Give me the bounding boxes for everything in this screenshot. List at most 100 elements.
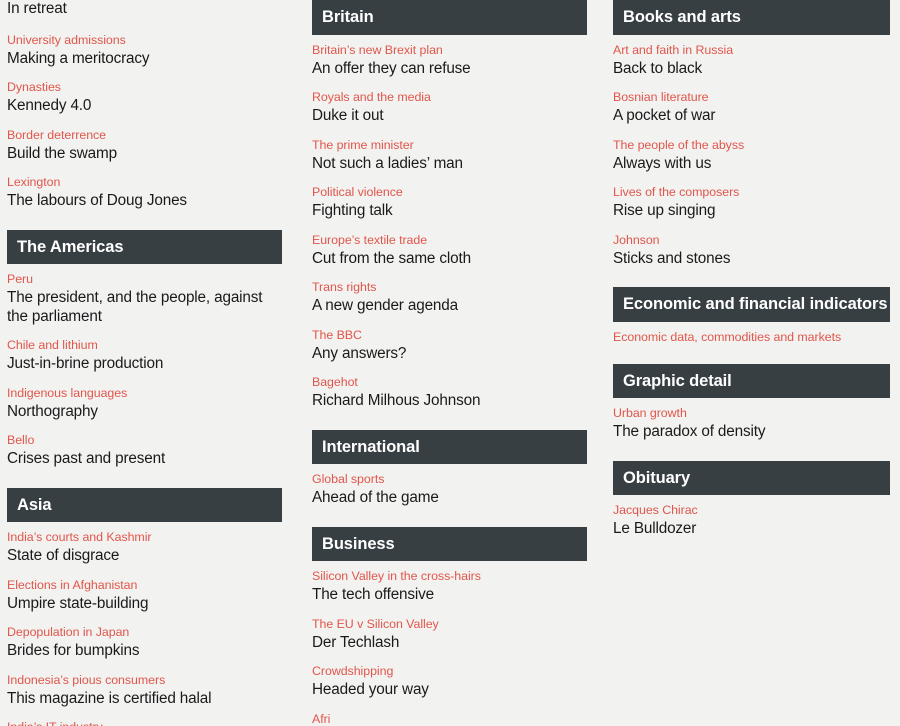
article-headline: Kennedy 4.0 bbox=[7, 97, 92, 114]
section-the-americas: The Americas Peru The president, and the… bbox=[7, 229, 297, 469]
article-item[interactable]: Chile and lithium Just-in-brine producti… bbox=[7, 338, 297, 374]
section-obituary: Obituary Jacques Chirac Le Bulldozer bbox=[613, 460, 900, 539]
article-headline: Sticks and stones bbox=[613, 249, 731, 267]
article-item-truncated[interactable]: Afri bbox=[312, 712, 602, 726]
section-header-graphic-detail[interactable]: Graphic detail bbox=[613, 363, 890, 398]
contents-column-2: Britain Britain’s new Brexit plan An off… bbox=[312, 0, 602, 726]
article-item[interactable]: Lives of the composers Rise up singing bbox=[613, 185, 900, 221]
article-kicker: Peru bbox=[7, 272, 33, 286]
section-header-international[interactable]: International bbox=[312, 429, 587, 464]
article-headline: Rise up singing bbox=[613, 202, 716, 219]
article-item[interactable]: Bello Crises past and present bbox=[7, 433, 297, 469]
section-header-obituary[interactable]: Obituary bbox=[613, 460, 890, 495]
section-books-and-arts: Books and arts Art and faith in Russia B… bbox=[613, 0, 900, 268]
section-header-economic-and-financial-indicators[interactable]: Economic and financial indicators bbox=[613, 287, 890, 322]
article-headline: A new gender agenda bbox=[312, 297, 458, 314]
article-headline: Northography bbox=[7, 402, 98, 420]
article-kicker: Britain’s new Brexit plan bbox=[312, 42, 443, 57]
article-kicker: Depopulation in Japan bbox=[7, 625, 130, 639]
article-kicker: The EU v Silicon Valley bbox=[312, 616, 439, 631]
article-item[interactable]: Indigenous languages Northography bbox=[7, 386, 297, 422]
article-item[interactable]: Lexington The labours of Doug Jones bbox=[7, 175, 297, 211]
article-item[interactable]: Bagehot Richard Milhous Johnson bbox=[312, 375, 602, 411]
article-headline: State of disgrace bbox=[7, 547, 120, 564]
article-item[interactable]: Dynasties Kennedy 4.0 bbox=[7, 80, 297, 116]
article-kicker: Lexington bbox=[7, 175, 61, 189]
article-item[interactable]: Elections in Afghanistan Umpire state-bu… bbox=[7, 578, 297, 614]
article-headline: The tech offensive bbox=[312, 586, 435, 603]
article-headline: Back to black bbox=[613, 59, 703, 77]
article-kicker: India’s courts and Kashmir bbox=[7, 530, 152, 544]
section-header-books-and-arts[interactable]: Books and arts bbox=[613, 0, 890, 35]
article-item[interactable]: Border deterrence Build the swamp bbox=[7, 128, 297, 164]
article-item[interactable]: Political violence Fighting talk bbox=[312, 185, 602, 221]
article-kicker: Elections in Afghanistan bbox=[7, 577, 138, 592]
article-item[interactable]: The people of the abyss Always with us bbox=[613, 138, 900, 174]
article-headline: Any answers? bbox=[312, 344, 407, 362]
article-headline: Le Bulldozer bbox=[613, 520, 697, 537]
article-item[interactable]: The prime minister Not such a ladies’ ma… bbox=[312, 138, 602, 174]
article-item[interactable]: Royals and the media Duke it out bbox=[312, 90, 602, 126]
article-headline: Brides for bumpkins bbox=[7, 642, 140, 659]
article-kicker: Bosnian literature bbox=[613, 90, 709, 104]
article-kicker: Royals and the media bbox=[312, 90, 431, 104]
article-item[interactable]: Global sports Ahead of the game bbox=[312, 472, 602, 508]
article-kicker: Lives of the composers bbox=[613, 185, 740, 199]
article-item[interactable]: Britain’s new Brexit plan An offer they … bbox=[312, 43, 602, 79]
section-header-the-americas[interactable]: The Americas bbox=[7, 229, 282, 264]
article-item[interactable]: Jacques Chirac Le Bulldozer bbox=[613, 503, 900, 539]
article-kicker: Jacques Chirac bbox=[613, 503, 698, 517]
article-item[interactable]: Depopulation in Japan Brides for bumpkin… bbox=[7, 625, 297, 661]
article-headline: This magazine is certified halal bbox=[7, 689, 212, 707]
article-kicker: Economic data, commodities and markets bbox=[613, 329, 842, 344]
article-headline: Headed your way bbox=[312, 681, 429, 698]
article-kicker: Global sports bbox=[312, 472, 385, 486]
article-headline-continued[interactable]: In retreat bbox=[7, 0, 297, 19]
article-headline: A pocket of war bbox=[613, 107, 716, 124]
article-headline: Fighting talk bbox=[312, 202, 393, 219]
article-item[interactable]: Art and faith in Russia Back to black bbox=[613, 43, 900, 79]
article-item[interactable]: University admissions Making a meritocra… bbox=[7, 33, 297, 69]
article-item[interactable]: Peru The president, and the people, agai… bbox=[7, 272, 297, 326]
section-header-asia[interactable]: Asia bbox=[7, 487, 282, 522]
article-kicker: Art and faith in Russia bbox=[613, 42, 734, 57]
article-kicker: Trans rights bbox=[312, 280, 377, 294]
article-kicker: Europe’s textile trade bbox=[312, 232, 428, 247]
article-headline: Not such a ladies’ man bbox=[312, 154, 463, 172]
contents-page: In retreat University admissions Making … bbox=[0, 0, 900, 726]
article-kicker: India’s IT industry bbox=[7, 720, 297, 726]
article-item[interactable]: The BBC Any answers? bbox=[312, 328, 602, 364]
article-item-truncated[interactable]: India’s IT industry bbox=[7, 720, 297, 726]
article-headline: An offer they can refuse bbox=[312, 59, 471, 77]
article-item[interactable]: The EU v Silicon Valley Der Techlash bbox=[312, 617, 602, 653]
headline-text: In retreat bbox=[7, 0, 67, 17]
article-kicker: Afri bbox=[312, 711, 331, 726]
article-item[interactable]: Bosnian literature A pocket of war bbox=[613, 90, 900, 126]
article-kicker: Indonesia’s pious consumers bbox=[7, 672, 166, 687]
section-international: International Global sports Ahead of the… bbox=[312, 429, 602, 508]
section-britain: Britain Britain’s new Brexit plan An off… bbox=[312, 0, 602, 411]
article-kicker: Border deterrence bbox=[7, 127, 107, 142]
article-headline: Umpire state-building bbox=[7, 594, 149, 612]
section-header-business[interactable]: Business bbox=[312, 526, 587, 561]
article-item[interactable]: Trans rights A new gender agenda bbox=[312, 280, 602, 316]
article-item[interactable]: Indonesia’s pious consumers This magazin… bbox=[7, 673, 297, 709]
article-headline: Just-in-brine production bbox=[7, 355, 164, 372]
article-headline: Cut from the same cloth bbox=[312, 249, 471, 267]
article-item[interactable]: Crowdshipping Headed your way bbox=[312, 664, 602, 700]
article-item[interactable]: Economic data, commodities and markets bbox=[613, 330, 900, 345]
article-kicker: Urban growth bbox=[613, 406, 687, 420]
article-item[interactable]: Johnson Sticks and stones bbox=[613, 233, 900, 269]
contents-column-1: In retreat University admissions Making … bbox=[7, 0, 297, 726]
article-item[interactable]: India’s courts and Kashmir State of disg… bbox=[7, 530, 297, 566]
article-headline: The president, and the people, against t… bbox=[7, 289, 263, 325]
section-header-britain[interactable]: Britain bbox=[312, 0, 587, 35]
article-headline: Der Techlash bbox=[312, 633, 400, 651]
article-item[interactable]: Silicon Valley in the cross-hairs The te… bbox=[312, 569, 602, 605]
article-kicker: Johnson bbox=[613, 232, 660, 247]
article-item[interactable]: Europe’s textile trade Cut from the same… bbox=[312, 233, 602, 269]
article-item[interactable]: Urban growth The paradox of density bbox=[613, 406, 900, 442]
section-asia: Asia India’s courts and Kashmir State of… bbox=[7, 487, 297, 726]
article-headline: Richard Milhous Johnson bbox=[312, 392, 481, 409]
article-headline: Crises past and present bbox=[7, 450, 166, 467]
